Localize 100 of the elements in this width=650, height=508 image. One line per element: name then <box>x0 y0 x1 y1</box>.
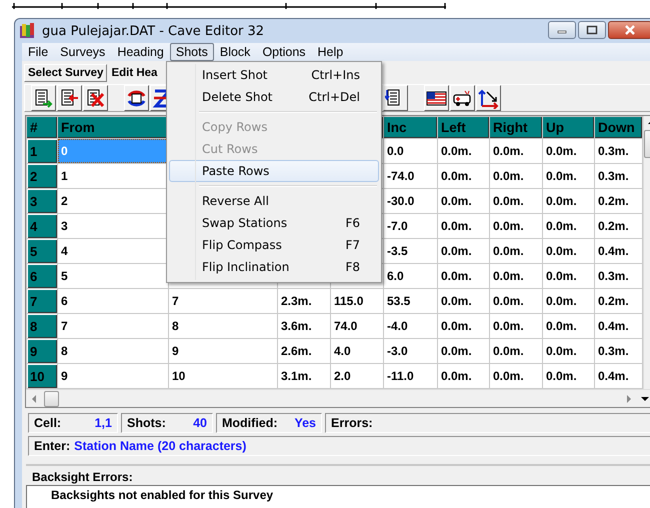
table-cell: 0.0m. <box>438 314 489 338</box>
column-header[interactable]: Right <box>490 117 542 138</box>
table-cell: 0.0m. <box>438 214 489 238</box>
table-cell: 6.0 <box>384 264 437 288</box>
modified-label: Modified: <box>222 416 278 430</box>
column-header[interactable]: # <box>27 117 57 138</box>
tab[interactable]: Edit Hea <box>107 64 162 82</box>
window-title: gua Pulejajar.DAT - Cave Editor 32 <box>42 24 264 38</box>
table-cell: 0.0m. <box>543 289 594 313</box>
table-cell: 9 <box>169 339 277 363</box>
table-cell: 0.0m. <box>490 314 542 338</box>
column-header[interactable]: Inc <box>384 117 437 138</box>
table-cell: 4 <box>58 239 168 263</box>
table-cell: 0.3m. <box>595 339 642 363</box>
table-cell: 0.0m. <box>438 189 489 213</box>
errors-label: Errors: <box>331 416 373 430</box>
menu-item[interactable]: Help <box>312 43 350 61</box>
table-cell: 0.0m. <box>490 189 542 213</box>
menu-item[interactable]: Reverse All <box>169 190 379 212</box>
table-cell: 3.1m. <box>278 364 330 388</box>
table-cell: 0.0m. <box>543 139 594 163</box>
table-cell: -74.0 <box>384 164 437 188</box>
table-cell: 7 <box>58 314 168 338</box>
table-cell: 74.0 <box>331 314 383 338</box>
row-number[interactable]: 6 <box>27 264 57 288</box>
table-cell: 0.0m. <box>438 264 489 288</box>
table-cell: 0.3m. <box>595 164 642 188</box>
table-cell: 0.0m. <box>543 189 594 213</box>
table-cell: 0.2m. <box>595 214 642 238</box>
cell-value: 1,1 <box>94 416 112 430</box>
table-cell: 115.0 <box>331 289 383 313</box>
table-cell: 0.4m. <box>595 364 642 388</box>
table-cell: 0.0m. <box>490 264 542 288</box>
table-cell: 4.0 <box>331 339 383 363</box>
menu-item[interactable]: Block <box>214 43 256 61</box>
table-cell: 0.0m. <box>543 214 594 238</box>
menu-item[interactable]: Heading <box>111 43 170 61</box>
table-cell: 0.0m. <box>438 364 489 388</box>
message-list: Backsights not enabled for this Survey <box>26 485 650 508</box>
row-number[interactable]: 5 <box>27 239 57 263</box>
row-number[interactable]: 8 <box>27 314 57 338</box>
table-cell: 2.6m. <box>278 339 330 363</box>
menu-item[interactable]: File <box>22 43 54 61</box>
row-number[interactable]: 3 <box>27 189 57 213</box>
shots-label: Shots: <box>127 416 166 430</box>
table-cell: -7.0 <box>384 214 437 238</box>
table-cell: 0.0m. <box>490 289 542 313</box>
menu-item[interactable]: Flip Inclination F8 <box>169 256 379 278</box>
column-header[interactable]: Left <box>438 117 489 138</box>
table-cell: 0.3m. <box>595 139 642 163</box>
table-cell: 3.6m. <box>278 314 330 338</box>
menu-item[interactable]: Insert Shot Ctrl+Ins <box>169 64 379 86</box>
menu-item[interactable]: Flip Compass F7 <box>169 234 379 256</box>
column-header[interactable]: Down <box>595 117 642 138</box>
row-number[interactable]: 7 <box>27 289 57 313</box>
row-number[interactable]: 2 <box>27 164 57 188</box>
prompt-label: Enter: <box>34 439 70 453</box>
table-cell: 2.0 <box>331 364 383 388</box>
column-header[interactable]: Up <box>543 117 594 138</box>
table-cell: 0.4m. <box>595 314 642 338</box>
table-cell: 0.0m. <box>543 164 594 188</box>
table-cell: 3 <box>58 214 168 238</box>
table-cell: 9 <box>58 364 168 388</box>
table-cell: 0.3m. <box>595 264 642 288</box>
shots-value: 40 <box>193 416 207 430</box>
table-cell: 53.5 <box>384 289 437 313</box>
tab[interactable]: Select Survey <box>24 64 108 82</box>
menu-item[interactable]: Shots <box>170 43 214 61</box>
row-number[interactable]: 9 <box>27 339 57 363</box>
table-cell: 10 <box>169 364 277 388</box>
row-number[interactable]: 4 <box>27 214 57 238</box>
table-cell: 0.0m. <box>490 164 542 188</box>
menu-item[interactable]: Swap Stations F6 <box>169 212 379 234</box>
table-cell: 5 <box>58 264 168 288</box>
table-cell: 0.4m. <box>595 239 642 263</box>
modified-value: Yes <box>294 416 316 430</box>
table-cell: 0.0m. <box>490 239 542 263</box>
table-cell: 0.0m. <box>490 339 542 363</box>
menu-item[interactable]: Surveys <box>54 43 112 61</box>
table-cell: 0.0m. <box>490 364 542 388</box>
table-cell: 0.0 <box>384 139 437 163</box>
table-cell: 6 <box>58 289 168 313</box>
table-cell: 0.0m. <box>543 364 594 388</box>
table-cell: 0.0m. <box>543 239 594 263</box>
menu-item[interactable]: Options <box>256 43 312 61</box>
row-number[interactable]: 1 <box>27 139 57 163</box>
table-cell: 2 <box>58 189 168 213</box>
column-header[interactable]: From <box>58 117 168 138</box>
table-cell: -3.0 <box>384 339 437 363</box>
row-number[interactable]: 10 <box>27 364 57 388</box>
prompt-text: Station Name (20 characters) <box>74 439 246 453</box>
table-cell: 2.3m. <box>278 289 330 313</box>
menu-item[interactable]: Paste Rows <box>169 160 379 182</box>
cell-label: Cell: <box>34 416 62 430</box>
table-cell: 0 <box>58 139 168 163</box>
table-cell: 0.0m. <box>543 264 594 288</box>
table-cell: 0.0m. <box>438 339 489 363</box>
table-cell: 0.0m. <box>490 139 542 163</box>
table-cell: 7 <box>169 289 277 313</box>
table-cell: 0.0m. <box>490 214 542 238</box>
